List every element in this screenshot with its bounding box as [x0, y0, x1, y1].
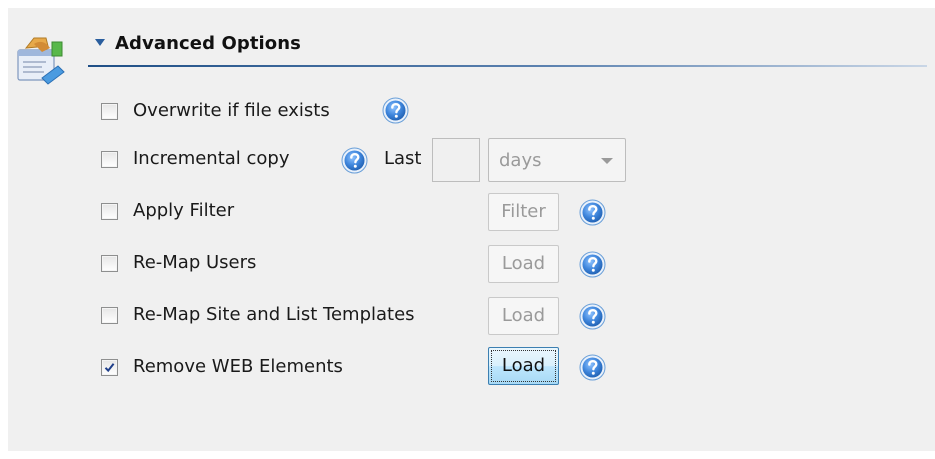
help-icon[interactable] [341, 147, 368, 174]
overwrite-label: Overwrite if file exists [133, 100, 330, 121]
time-unit-select[interactable]: days [488, 138, 626, 182]
option-row-remap-templates: Re-Map Site and List Templates [100, 301, 480, 331]
help-icon[interactable] [382, 97, 409, 124]
settings-pencil-icon [12, 36, 68, 88]
header-divider [88, 65, 927, 67]
time-unit-selected: days [499, 150, 542, 171]
load-web-elements-button[interactable]: Load [488, 347, 559, 385]
focus-ring [491, 350, 556, 382]
apply-filter-checkbox[interactable] [101, 203, 118, 220]
remove-web-elements-checkbox[interactable] [101, 359, 118, 376]
remap-users-label: Re-Map Users [133, 252, 257, 273]
checkmark-icon [104, 363, 115, 373]
remap-templates-checkbox[interactable] [101, 307, 118, 324]
help-icon[interactable] [579, 251, 606, 278]
load-templates-button[interactable]: Load [488, 297, 559, 335]
incremental-copy-label: Incremental copy [133, 148, 290, 169]
help-icon[interactable] [579, 354, 606, 381]
load-users-button[interactable]: Load [488, 245, 559, 283]
chevron-down-icon [601, 158, 613, 164]
section-header[interactable]: Advanced Options [88, 25, 927, 67]
option-row-remove-web-elements: Remove WEB Elements [100, 353, 400, 383]
last-label: Last [384, 148, 422, 169]
option-row-incremental: Incremental copy [100, 145, 340, 175]
remap-templates-label: Re-Map Site and List Templates [133, 304, 415, 325]
apply-filter-label: Apply Filter [133, 200, 235, 221]
incremental-copy-checkbox[interactable] [101, 151, 118, 168]
last-days-input[interactable] [432, 138, 480, 182]
option-row-filter: Apply Filter [100, 197, 360, 227]
filter-button[interactable]: Filter [488, 193, 559, 231]
collapse-triangle-icon[interactable] [95, 39, 105, 46]
advanced-options-panel [8, 8, 935, 451]
help-icon[interactable] [579, 303, 606, 330]
section-title: Advanced Options [115, 33, 301, 54]
overwrite-checkbox[interactable] [101, 103, 118, 120]
help-icon[interactable] [579, 199, 606, 226]
option-row-remap-users: Re-Map Users [100, 249, 360, 279]
remove-web-elements-label: Remove WEB Elements [133, 356, 343, 377]
remap-users-checkbox[interactable] [101, 255, 118, 272]
